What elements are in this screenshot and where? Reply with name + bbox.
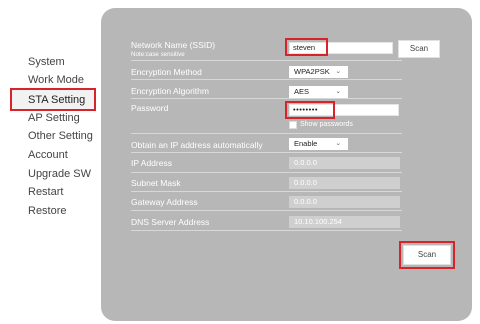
gateway-label: Gateway Address	[131, 197, 198, 207]
encryption-algorithm-select[interactable]: AES ⌄	[289, 86, 348, 98]
show-passwords-label: Show passwords	[300, 121, 353, 128]
chevron-down-icon: ⌄	[335, 68, 341, 75]
row-divider	[131, 172, 402, 173]
ssid-highlight	[285, 38, 328, 56]
encryption-algorithm-value: AES	[294, 87, 310, 96]
subnet-mask-label: Subnet Mask	[131, 178, 181, 188]
sidebar-item-sta-setting[interactable]: STA Setting	[10, 88, 96, 111]
password-label: Password	[131, 103, 169, 113]
obtain-ip-label: Obtain an IP address automatically	[131, 140, 263, 150]
sidebar-item-account[interactable]: Account	[28, 149, 68, 161]
scan-button-highlight	[399, 241, 455, 269]
row-divider	[131, 133, 402, 134]
sidebar-item-work-mode[interactable]: Work Mode	[28, 74, 84, 86]
dns-label: DNS Server Address	[131, 217, 210, 227]
row-divider	[131, 230, 402, 231]
row-divider	[131, 98, 402, 99]
sidebar-item-restore[interactable]: Restore	[28, 205, 67, 217]
scan-ssid-button[interactable]: Scan	[398, 40, 440, 58]
row-divider	[131, 79, 402, 80]
row-divider	[131, 152, 402, 153]
obtain-ip-select[interactable]: Enable ⌄	[289, 138, 348, 150]
gateway-field: 0.0.0.0	[289, 196, 400, 208]
ssid-note: Note:case sensitive	[131, 51, 185, 58]
encryption-method-label: Encryption Method	[131, 67, 202, 77]
chevron-down-icon: ⌄	[335, 88, 341, 95]
encryption-algorithm-label: Encryption Algorithm	[131, 86, 209, 96]
row-divider	[131, 60, 402, 61]
sidebar-item-system[interactable]: System	[28, 56, 65, 68]
sidebar-item-restart[interactable]: Restart	[28, 186, 63, 198]
chevron-down-icon: ⌄	[335, 140, 341, 147]
dns-field: 10.10.100.254	[289, 216, 400, 228]
show-passwords-checkbox[interactable]	[289, 121, 297, 129]
ip-address-label: IP Address	[131, 158, 172, 168]
sidebar-item-upgrade-sw[interactable]: Upgrade SW	[28, 168, 91, 180]
sidebar-item-other-setting[interactable]: Other Setting	[28, 130, 93, 142]
password-highlight	[285, 101, 335, 119]
obtain-ip-value: Enable	[294, 139, 318, 148]
ssid-label: Network Name (SSID)	[131, 40, 216, 50]
row-divider	[131, 210, 402, 211]
sidebar-item-ap-setting[interactable]: AP Setting	[28, 112, 80, 124]
sidebar-item-label: STA Setting	[28, 94, 86, 106]
row-divider	[131, 191, 402, 192]
ip-address-field: 0.0.0.0	[289, 157, 400, 169]
subnet-mask-field: 0.0.0.0	[289, 177, 400, 189]
encryption-method-select[interactable]: WPA2PSK ⌄	[289, 66, 348, 78]
encryption-method-value: WPA2PSK	[294, 67, 330, 76]
